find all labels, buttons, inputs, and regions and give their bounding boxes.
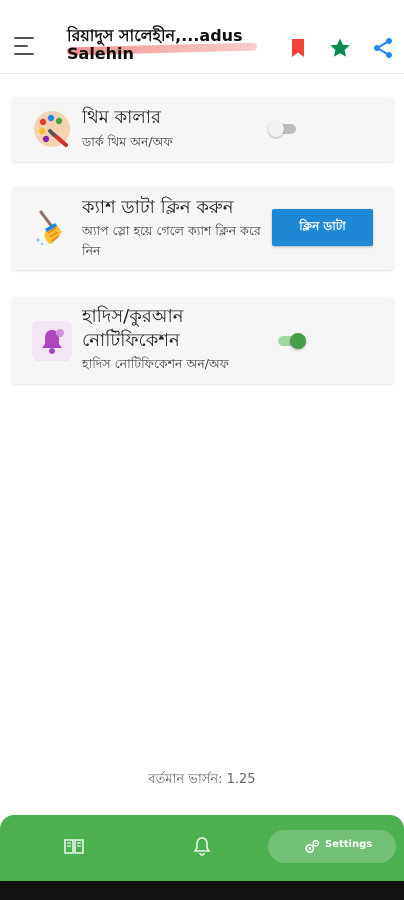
share-icon[interactable] [371,36,395,60]
star-icon[interactable] [328,36,352,60]
book-icon[interactable] [62,834,86,858]
clear-cache-card: ক্যাশ ডাটা ক্লিন করুন অ্যাপ স্লো হয়ে গে… [12,186,394,270]
theme-toggle[interactable] [268,121,298,137]
nav-settings-tab[interactable]: Settings [268,830,396,863]
settings-icon [303,838,321,856]
theme-title: থিম কালার [82,107,161,128]
broom-icon [32,208,72,248]
nav-settings-label: Settings [325,839,373,850]
system-home-bar [0,881,404,900]
bell-icon[interactable] [190,834,214,858]
palette-icon [32,109,72,149]
bookmark-icon[interactable] [286,36,310,60]
notification-bell-icon [32,321,72,361]
notification-subtitle: হাদিস নোটিফিকেশন অন/অফ [82,356,229,371]
notification-title: হাদিস/কুরআন নোটিফিকেশন [82,306,184,351]
cache-subtitle: অ্যাপ স্লো হয়ে গেলে ক্যাশ ক্লিন করে নিন [82,223,261,258]
theme-color-card: থিম কালার ডার্ক থিম অন/অফ [12,97,394,162]
clean-data-button[interactable]: ক্লিন ডাটা [272,209,373,246]
version-label: বর্তমান ভার্সন: 1.25 [148,772,256,787]
notification-card: হাদিস/কুরআন নোটিফিকেশন হাদিস নোটিফিকেশন … [12,297,394,384]
theme-subtitle: ডার্ক থিম অন/অফ [82,134,173,149]
page-title: রিয়াদুস সালেহীন,...adus Salehin [67,26,243,63]
menu-icon[interactable] [14,35,38,57]
bottom-navigation: Settings [0,815,404,881]
app-bar: রিয়াদুস সালেহীন,...adus Salehin [0,0,404,74]
cache-title: ক্যাশ ডাটা ক্লিন করুন [82,197,234,218]
notification-toggle[interactable] [276,333,306,349]
